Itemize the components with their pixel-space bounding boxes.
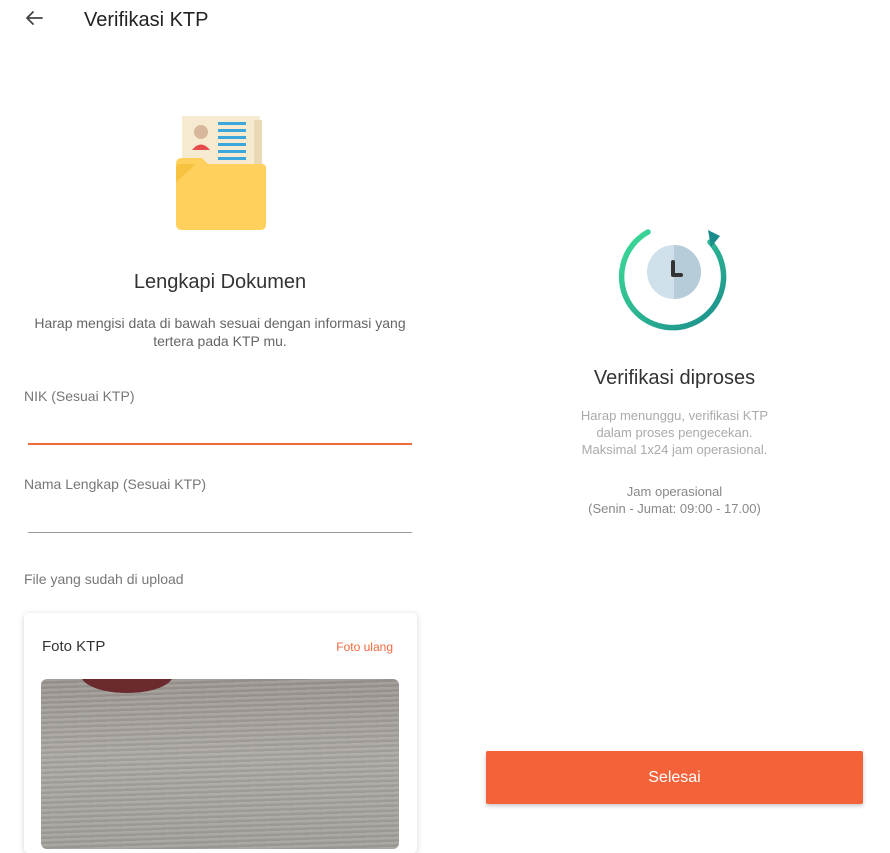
- verification-heading: Verifikasi diproses: [593, 367, 756, 389]
- retake-photo-button[interactable]: Foto ulang: [336, 640, 393, 654]
- operational-hours: Jam operasional (Senin - Jumat: 09:00 - …: [486, 483, 863, 517]
- full-name-label: Nama Lengkap (Sesuai KTP): [24, 476, 207, 492]
- document-folder-icon: [176, 116, 266, 230]
- photo-object: [81, 679, 173, 693]
- page-title: Verifikasi KTP: [84, 9, 209, 31]
- app-header: Verifikasi KTP: [0, 0, 890, 44]
- done-button[interactable]: Selesai: [486, 751, 863, 804]
- ktp-photo-card: Foto KTP Foto ulang: [24, 613, 417, 853]
- verification-desc-line: Harap menunggu, verifikasi KTP: [580, 408, 769, 423]
- verification-description: Harap menunggu, verifikasi KTP dalam pro…: [486, 407, 863, 458]
- verification-desc-line: dalam proses pengecekan.: [596, 425, 753, 440]
- ktp-photo-preview: [41, 679, 399, 849]
- clock-refresh-icon: [618, 229, 727, 331]
- nik-label: NIK (Sesuai KTP): [24, 388, 135, 404]
- full-name-input[interactable]: [28, 504, 412, 530]
- ktp-photo-title: Foto KTP: [42, 638, 106, 655]
- nik-underline: [28, 443, 412, 445]
- operational-hours-value: (Senin - Jumat: 09:00 - 17.00): [588, 501, 761, 516]
- uploaded-files-label: File yang sudah di upload: [24, 571, 184, 587]
- verification-desc-line: Maksimal 1x24 jam operasional.: [581, 442, 768, 457]
- document-heading: Lengkapi Dokumen: [133, 271, 307, 293]
- nik-input[interactable]: [28, 416, 412, 442]
- arrow-left-icon[interactable]: [22, 6, 46, 30]
- document-description: Harap mengisi data di bawah sesuai denga…: [34, 315, 406, 349]
- operational-hours-title: Jam operasional: [626, 484, 723, 499]
- full-name-underline: [28, 532, 412, 533]
